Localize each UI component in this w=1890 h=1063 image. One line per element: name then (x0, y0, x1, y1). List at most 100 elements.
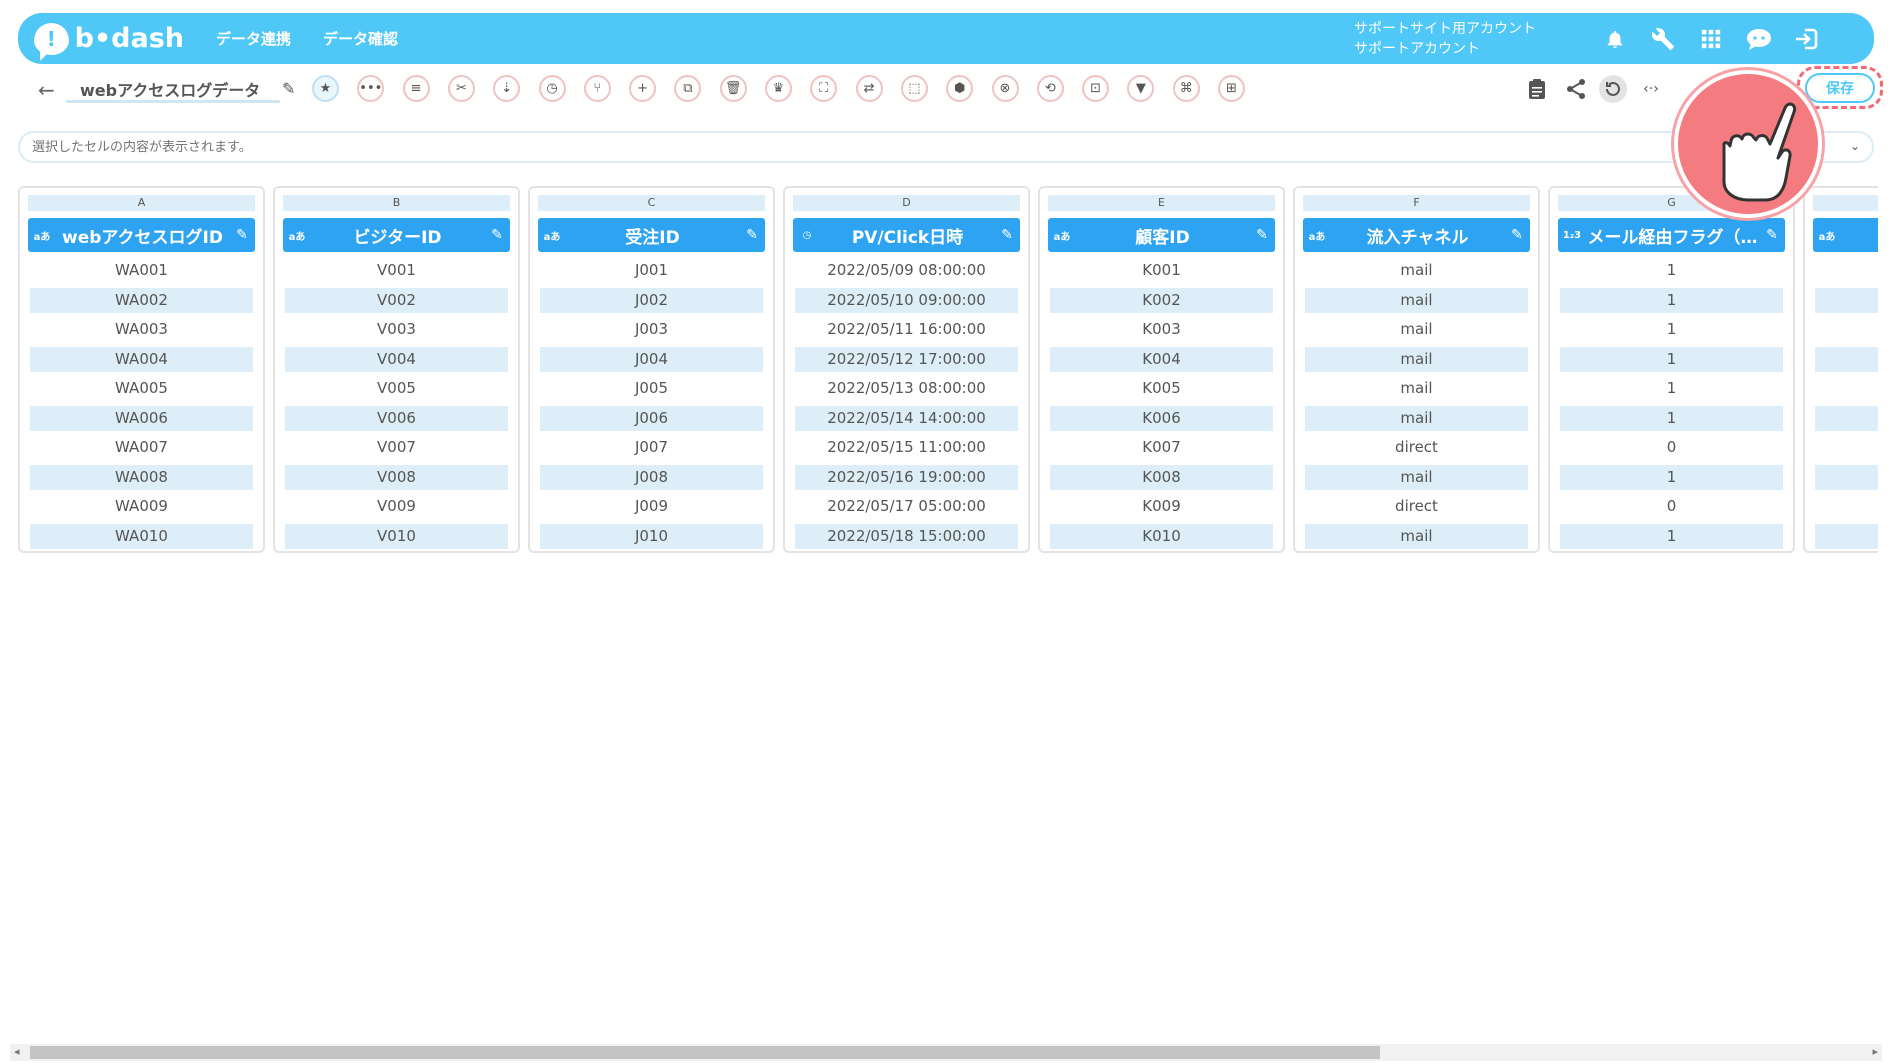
table-cell[interactable]: K002 (1050, 287, 1273, 318)
table-cell[interactable]: 1 (1560, 317, 1783, 347)
share-icon[interactable] (1562, 75, 1590, 103)
table-cell[interactable]: 0 (1560, 435, 1783, 465)
column-letter[interactable]: C (538, 195, 765, 211)
tool-favorite-icon[interactable]: ★ (312, 75, 339, 102)
column-letter[interactable]: F (1303, 195, 1530, 211)
table-cell[interactable]: K009 (1050, 494, 1273, 524)
tool-more-icon[interactable]: ••• (357, 75, 385, 102)
table-cell[interactable]: WA006 (30, 405, 253, 436)
table-cell[interactable]: 2022/05/15 11:00:00 (795, 435, 1018, 465)
table-cell[interactable]: V008 (285, 464, 508, 495)
table-cell[interactable]: 2022/05/09 08:00:00 (795, 258, 1018, 288)
tool-grid-icon[interactable]: ⊞ (1218, 75, 1245, 102)
column-header[interactable]: aあ 受注ID ✎ (538, 218, 765, 252)
edit-column-icon[interactable]: ✎ (994, 227, 1020, 243)
table-cell[interactable]: V006 (285, 405, 508, 436)
table-cell[interactable]: 2022/05/11 16:00:00 (795, 317, 1018, 347)
code-icon[interactable]: ‹·› (1637, 75, 1665, 103)
table-cell[interactable]: K006 (1050, 405, 1273, 436)
table-cell[interactable]: WA009 (30, 494, 253, 524)
table-cell[interactable]: V005 (285, 376, 508, 406)
edit-column-icon[interactable]: ✎ (229, 227, 255, 243)
edit-column-icon[interactable]: ✎ (1759, 227, 1785, 243)
wrench-icon[interactable] (1648, 24, 1678, 54)
table-cell[interactable]: J010 (540, 523, 763, 554)
table-cell[interactable]: mail (1305, 346, 1528, 377)
table-cell[interactable]: WA001 (30, 258, 253, 288)
tool-delete-icon[interactable]: 🗑 (719, 75, 747, 102)
tool-add-icon[interactable]: + (629, 75, 657, 102)
table-cell[interactable] (1815, 258, 1878, 288)
column-letter[interactable]: B (283, 195, 510, 211)
tool-swap-icon[interactable]: ⇄ (855, 75, 883, 102)
table-cell[interactable] (1815, 287, 1878, 318)
table-cell[interactable]: V010 (285, 523, 508, 554)
column-header[interactable]: aあ 顧客ID ✎ (1048, 218, 1275, 252)
table-cell[interactable]: 2022/05/14 14:00:00 (795, 405, 1018, 436)
edit-column-icon[interactable]: ✎ (1504, 227, 1530, 243)
column-header[interactable]: aあ ビジターID ✎ (283, 218, 510, 252)
table-cell[interactable]: mail (1305, 523, 1528, 554)
bell-icon[interactable] (1600, 24, 1630, 54)
cell-content-input[interactable] (32, 140, 1812, 155)
table-cell[interactable]: mail (1305, 405, 1528, 436)
edit-column-icon[interactable]: ✎ (739, 227, 765, 243)
edit-title-icon[interactable]: ✎ (282, 79, 295, 98)
table-cell[interactable]: WA007 (30, 435, 253, 465)
column-header[interactable]: 1₂3 メール経由フラグ（… ✎ (1558, 218, 1785, 252)
table-cell[interactable]: J003 (540, 317, 763, 347)
column-header[interactable]: ◷ PV/Click日時 ✎ (793, 218, 1020, 252)
tool-frame-icon[interactable]: ⊡ (1082, 75, 1110, 102)
table-cell[interactable]: 1 (1560, 464, 1783, 495)
tool-text-icon[interactable]: ≡ (402, 75, 430, 102)
table-cell[interactable] (1815, 435, 1878, 465)
table-cell[interactable]: J009 (540, 494, 763, 524)
table-cell[interactable]: mail (1305, 258, 1528, 288)
chevron-down-icon[interactable]: ⌄ (1850, 139, 1860, 153)
tool-copy-icon[interactable]: ⧉ (674, 75, 702, 102)
table-cell[interactable]: 1 (1560, 287, 1783, 318)
logout-icon[interactable] (1792, 24, 1822, 54)
table-cell[interactable]: J002 (540, 287, 763, 318)
table-cell[interactable]: WA008 (30, 464, 253, 495)
table-cell[interactable]: V003 (285, 317, 508, 347)
table-cell[interactable]: 2022/05/12 17:00:00 (795, 346, 1018, 377)
table-cell[interactable]: mail (1305, 376, 1528, 406)
table-cell[interactable]: 1 (1560, 376, 1783, 406)
clipboard-icon[interactable] (1523, 75, 1551, 103)
table-cell[interactable]: K003 (1050, 317, 1273, 347)
account-info[interactable]: サポートサイト用アカウント サポートアカウント (1354, 19, 1536, 59)
table-cell[interactable]: 1 (1560, 405, 1783, 436)
table-cell[interactable] (1815, 376, 1878, 406)
tool-convert-icon[interactable]: ⟲ (1036, 75, 1064, 102)
table-cell[interactable]: WA010 (30, 523, 253, 554)
table-cell[interactable]: V007 (285, 435, 508, 465)
table-cell[interactable]: J006 (540, 405, 763, 436)
tool-hash-icon[interactable]: ⌘ (1172, 75, 1200, 102)
table-cell[interactable]: V001 (285, 258, 508, 288)
table-cell[interactable]: V002 (285, 287, 508, 318)
table-cell[interactable]: direct (1305, 435, 1528, 465)
table-cell[interactable]: mail (1305, 287, 1528, 318)
table-cell[interactable] (1815, 346, 1878, 377)
scrollbar-thumb[interactable] (30, 1046, 1380, 1059)
table-cell[interactable]: 1 (1560, 258, 1783, 288)
table-cell[interactable]: mail (1305, 464, 1528, 495)
tool-close-icon[interactable]: ⊗ (991, 75, 1019, 102)
table-cell[interactable]: WA004 (30, 346, 253, 377)
nav-link-data-check[interactable]: データ確認 (323, 28, 398, 49)
table-cell[interactable]: 2022/05/16 19:00:00 (795, 464, 1018, 495)
column-letter[interactable]: E (1048, 195, 1275, 211)
table-cell[interactable]: mail (1305, 317, 1528, 347)
table-cell[interactable]: WA003 (30, 317, 253, 347)
tool-expand-icon[interactable]: ⛶ (810, 75, 838, 102)
column-letter[interactable]: A (28, 195, 255, 211)
edit-column-icon[interactable]: ✎ (1249, 227, 1275, 243)
logo[interactable]: ! b•dash (34, 22, 184, 61)
column-header[interactable]: aあ 流入チャネル ✎ (1303, 218, 1530, 252)
table-cell[interactable]: 2022/05/10 09:00:00 (795, 287, 1018, 318)
table-cell[interactable]: 0 (1560, 494, 1783, 524)
table-cell[interactable]: K005 (1050, 376, 1273, 406)
table-cell[interactable] (1815, 405, 1878, 436)
edit-column-icon[interactable]: ✎ (484, 227, 510, 243)
